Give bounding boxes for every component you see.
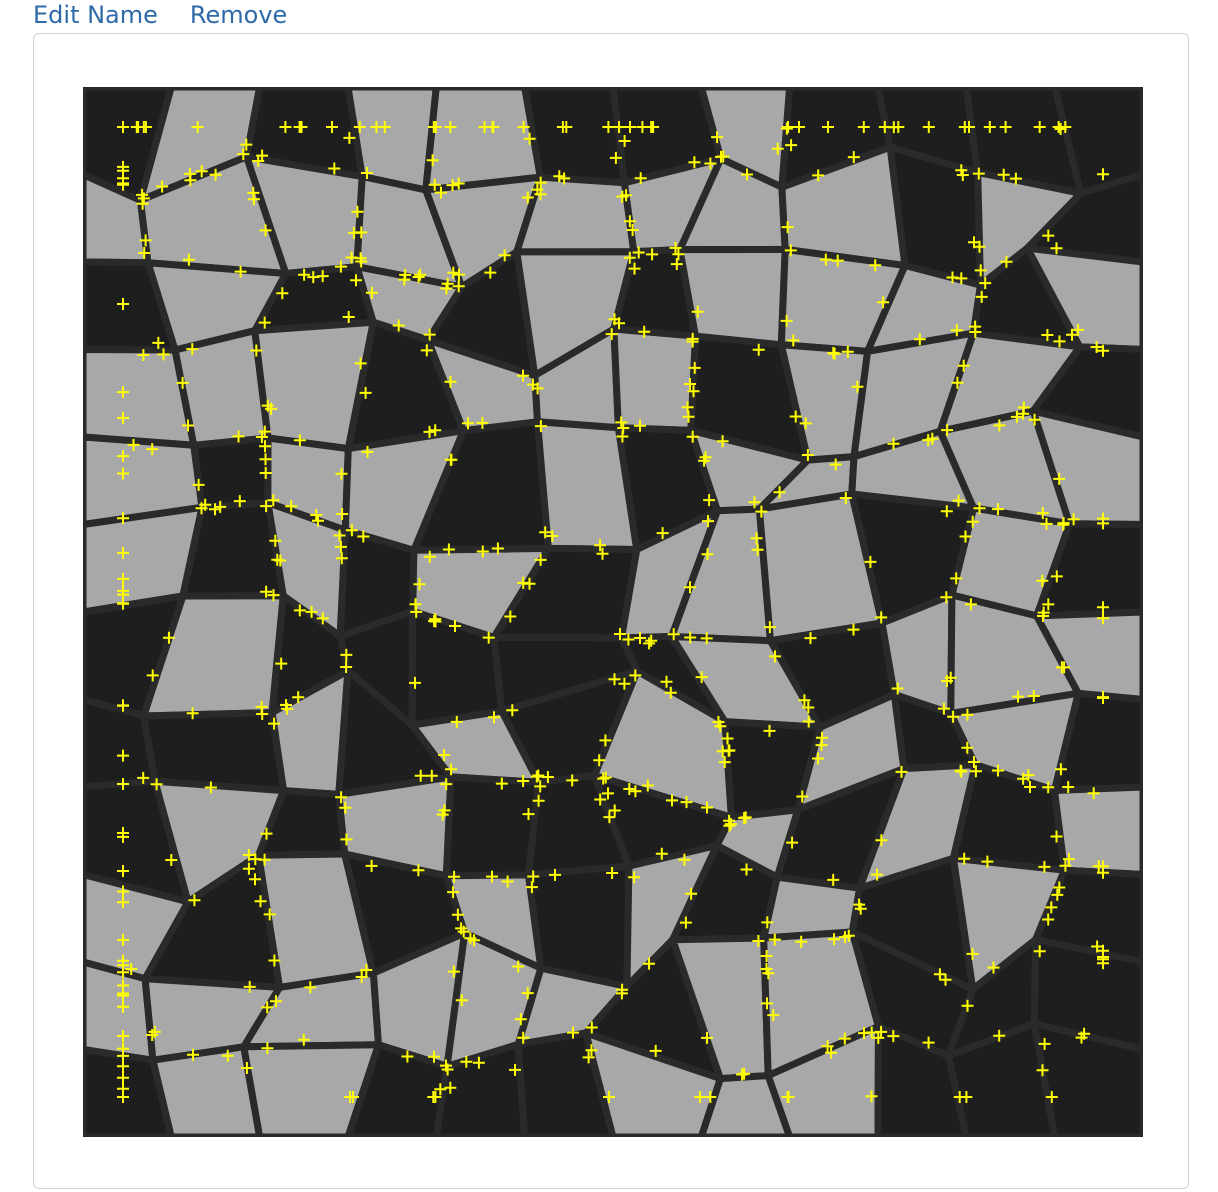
remove-link[interactable]: Remove [190,0,287,30]
light-tile [760,873,864,942]
dark-tile [521,87,628,187]
dark-tile [190,434,272,511]
light-tile [610,325,699,434]
light-tile [422,87,544,194]
dark-tile [442,773,543,880]
feature-image [83,87,1143,1137]
image-actions: Edit Name Remove [33,0,287,30]
light-tile [513,173,638,256]
image-card [33,33,1189,1189]
edit-name-link[interactable]: Edit Name [33,0,158,30]
light-tile [676,245,789,349]
crack-pattern-image [83,87,1143,1137]
